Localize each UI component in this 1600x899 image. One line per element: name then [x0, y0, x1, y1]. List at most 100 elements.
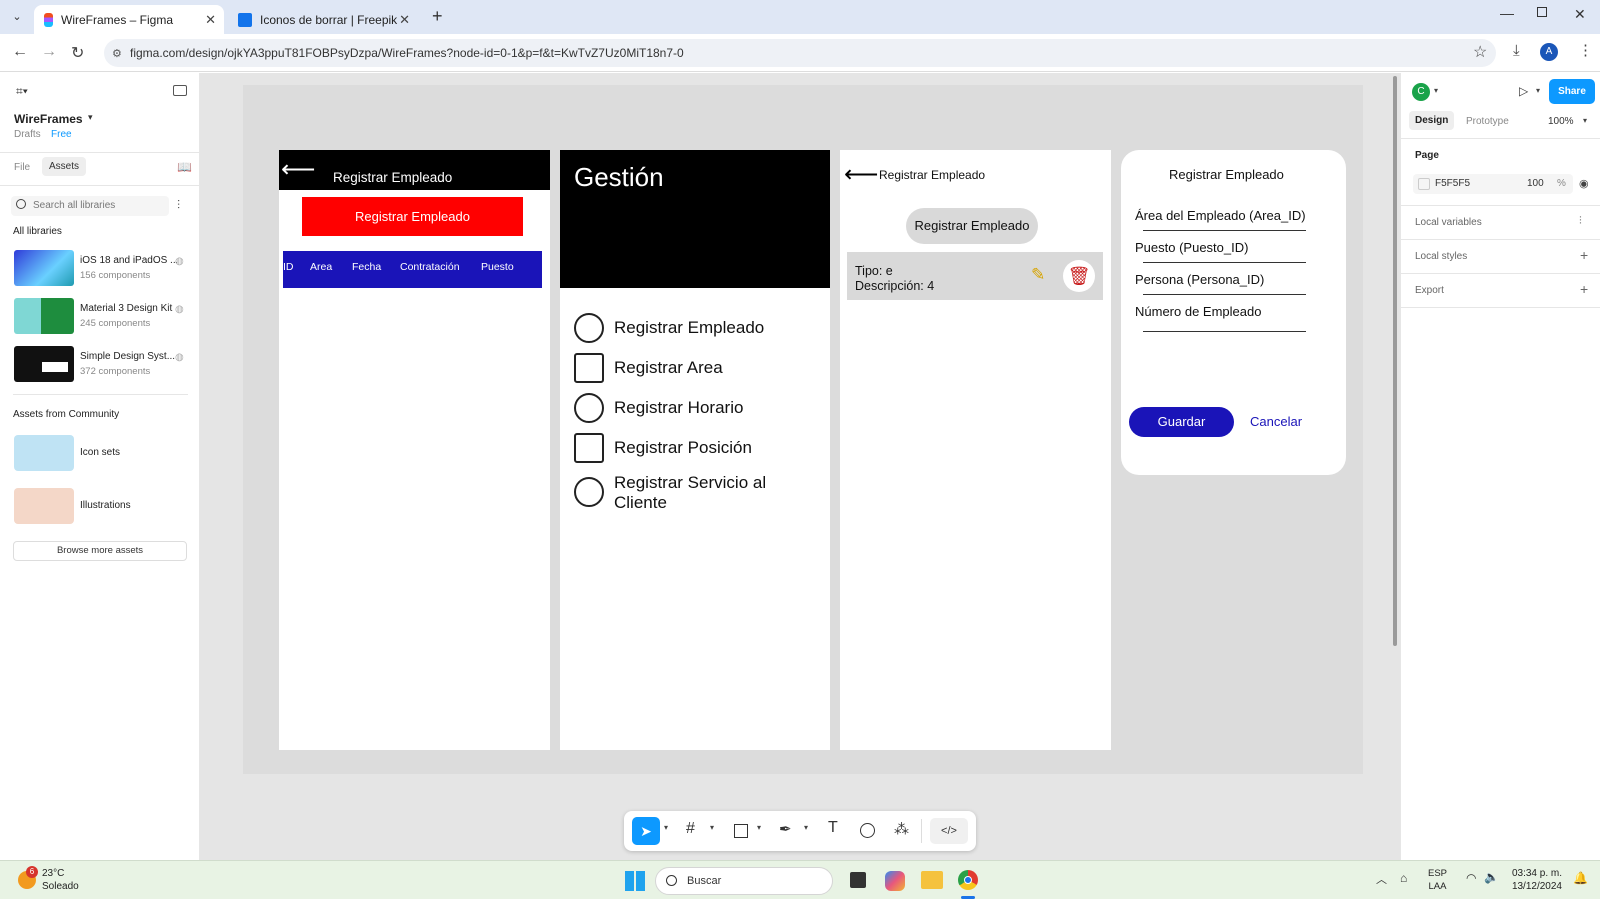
variables-icon[interactable]: ⫶: [1579, 215, 1582, 228]
tab-figma[interactable]: WireFrames – Figma ✕: [34, 5, 224, 34]
notifications-bell-icon[interactable]: 🔔: [1573, 871, 1588, 885]
actions-tool-icon[interactable]: ⁂: [894, 820, 909, 838]
move-tool-icon[interactable]: ➤: [632, 817, 660, 845]
windows-start-icon[interactable]: [625, 871, 645, 891]
file-explorer-icon[interactable]: [921, 871, 943, 889]
register-employee-pill-button[interactable]: Registrar Empleado: [906, 208, 1038, 244]
present-play-icon[interactable]: ▷: [1519, 84, 1528, 98]
restore-icon[interactable]: [1537, 7, 1547, 17]
wifi-icon[interactable]: ◠: [1466, 871, 1476, 885]
library-item[interactable]: Material 3 Design Kit 245 components ◍: [13, 298, 188, 334]
volume-icon[interactable]: 🔈: [1484, 870, 1499, 884]
share-button[interactable]: Share: [1549, 79, 1595, 104]
frame-registrar-empleado-cards[interactable]: ⟵ Registrar Empleado Registrar Empleado …: [840, 150, 1111, 750]
move-tool-chevron-icon[interactable]: ▾: [664, 823, 668, 832]
field-persona-label[interactable]: Persona (Persona_ID): [1135, 272, 1264, 287]
frame-registrar-empleado-list[interactable]: ⟵ Registrar Empleado Registrar Empleado …: [279, 150, 550, 750]
network-status-icon[interactable]: ⌂: [1400, 871, 1407, 885]
menu-registrar-area[interactable]: Registrar Area: [574, 353, 723, 383]
dev-mode-icon[interactable]: </>: [930, 818, 968, 844]
taskbar-search[interactable]: Buscar: [655, 867, 833, 895]
menu-registrar-horario[interactable]: Registrar Horario: [574, 393, 743, 423]
frame-tool-icon[interactable]: #: [686, 820, 695, 838]
text-tool-icon[interactable]: T: [828, 819, 838, 837]
back-arrow-icon[interactable]: ⟵: [281, 155, 315, 184]
search-input[interactable]: Search all libraries: [11, 196, 169, 216]
color-swatch[interactable]: [1418, 178, 1430, 190]
community-item-illustrations[interactable]: Illustrations: [13, 488, 188, 524]
menu-registrar-posicion[interactable]: Registrar Posición: [574, 433, 752, 463]
library-book-icon[interactable]: 📖: [177, 160, 192, 174]
menu-registrar-servicio[interactable]: Registrar Servicio al Cliente: [574, 473, 804, 513]
frame-gestion[interactable]: Gestión Registrar Empleado Registrar Are…: [560, 150, 830, 750]
figma-menu-icon[interactable]: ⌗▾: [16, 84, 28, 99]
reload-icon[interactable]: ↻: [71, 43, 84, 63]
forward-icon[interactable]: →: [41, 43, 57, 61]
profile-avatar[interactable]: A: [1540, 43, 1558, 61]
library-item[interactable]: Simple Design Syst... 372 components ◍: [13, 346, 188, 382]
field-area-label[interactable]: Área del Empleado (Area_ID): [1135, 208, 1306, 223]
weather-widget[interactable]: 6 23°C Soleado: [14, 866, 104, 894]
library-item[interactable]: iOS 18 and iPadOS ... 156 components ◍: [13, 250, 188, 286]
trash-delete-icon[interactable]: 🗑: [1063, 260, 1095, 292]
task-view-icon[interactable]: [850, 872, 866, 888]
pen-tool-icon[interactable]: ✒: [779, 820, 792, 838]
field-numero-label[interactable]: Número de Empleado: [1135, 304, 1261, 319]
menu-registrar-empleado[interactable]: Registrar Empleado: [574, 313, 764, 343]
minimize-icon[interactable]: —: [1500, 5, 1514, 21]
copilot-icon[interactable]: [885, 871, 905, 891]
add-style-icon[interactable]: +: [1580, 247, 1588, 263]
browser-menu-icon[interactable]: ⋮: [1578, 41, 1593, 59]
cancelar-link[interactable]: Cancelar: [1250, 414, 1302, 429]
tab-file[interactable]: File: [14, 162, 30, 173]
back-icon[interactable]: ←: [12, 43, 28, 61]
plan-badge[interactable]: Free: [51, 129, 72, 140]
edit-pencil-icon[interactable]: ✎: [1031, 265, 1053, 287]
language-indicator[interactable]: ESP LAA: [1428, 867, 1447, 893]
tab-freepik[interactable]: Iconos de borrar | Freepik ✕: [228, 5, 418, 34]
guardar-button[interactable]: Guardar: [1129, 407, 1234, 437]
tab-prototype[interactable]: Prototype: [1466, 116, 1509, 127]
bookmark-star-icon[interactable]: ☆: [1473, 42, 1487, 62]
clock[interactable]: 03:34 p. m. 13/12/2024: [1507, 867, 1562, 893]
site-info-icon[interactable]: ⚙: [112, 47, 122, 60]
export-section[interactable]: Export: [1415, 285, 1444, 296]
back-arrow-icon[interactable]: ⟵: [844, 160, 878, 189]
shape-tool-chevron-icon[interactable]: ▾: [757, 823, 761, 832]
file-name[interactable]: WireFrames: [14, 112, 83, 126]
register-employee-red-button[interactable]: Registrar Empleado: [302, 197, 523, 236]
toggle-panel-icon[interactable]: [173, 85, 187, 96]
canvas-scrollbar[interactable]: [1393, 76, 1397, 646]
tab-design[interactable]: Design: [1409, 111, 1455, 130]
local-styles-section[interactable]: Local styles: [1415, 251, 1467, 262]
chrome-icon[interactable]: [958, 870, 978, 890]
new-tab-icon[interactable]: +: [432, 6, 443, 27]
avatar-chevron-icon[interactable]: ▾: [1434, 86, 1438, 95]
add-export-icon[interactable]: +: [1580, 281, 1588, 297]
community-item-icon-sets[interactable]: Icon sets: [13, 435, 188, 471]
browse-more-assets-button[interactable]: Browse more assets: [13, 541, 187, 561]
page-color-field[interactable]: F5F5F5 100 %: [1413, 174, 1573, 194]
drafts-label[interactable]: Drafts: [14, 129, 41, 140]
show-hidden-icons-icon[interactable]: ︿: [1376, 871, 1387, 887]
pen-tool-chevron-icon[interactable]: ▾: [804, 823, 808, 832]
rectangle-tool-icon[interactable]: [734, 824, 748, 838]
close-window-icon[interactable]: ✕: [1574, 6, 1586, 23]
comment-tool-icon[interactable]: [860, 823, 875, 838]
tab-search-chevron-icon[interactable]: ⌄: [8, 8, 26, 26]
url-field[interactable]: ⚙ figma.com/design/ojkYA3ppuT81FOBPsyDzp…: [104, 39, 1496, 67]
file-name-chevron-icon[interactable]: ▾: [88, 112, 93, 123]
visibility-eye-icon[interactable]: ◉: [1579, 177, 1589, 190]
local-variables-section[interactable]: Local variables: [1415, 217, 1482, 228]
filter-icon[interactable]: ⫶: [177, 198, 180, 213]
frame-registrar-empleado-form[interactable]: Registrar Empleado Área del Empleado (Ar…: [1121, 150, 1346, 475]
tab-assets[interactable]: Assets: [42, 157, 87, 176]
user-avatar[interactable]: C: [1412, 83, 1430, 101]
field-puesto-label[interactable]: Puesto (Puesto_ID): [1135, 240, 1248, 255]
frame-tool-chevron-icon[interactable]: ▾: [710, 823, 714, 832]
present-chevron-icon[interactable]: ▾: [1536, 86, 1540, 95]
zoom-chevron-icon[interactable]: ▾: [1583, 116, 1587, 125]
download-icon[interactable]: ⤓: [1513, 42, 1520, 59]
close-tab-icon[interactable]: ✕: [399, 12, 410, 28]
close-tab-icon[interactable]: ✕: [205, 12, 216, 28]
